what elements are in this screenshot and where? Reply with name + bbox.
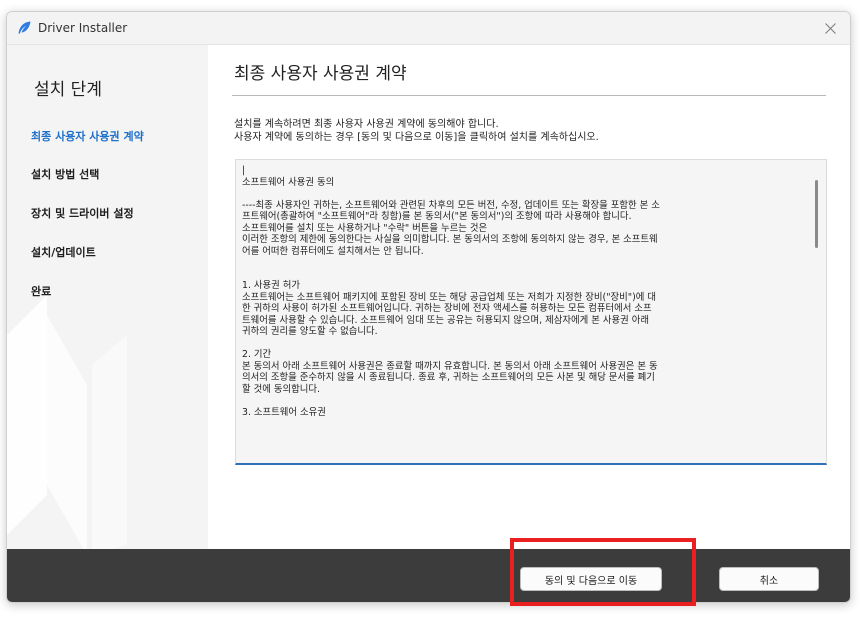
title-divider bbox=[232, 95, 826, 96]
page-title: 최종 사용자 사용권 계약 bbox=[234, 64, 407, 84]
intro-line-2: 사용자 계약에 동의하는 경우 [동의 및 다음으로 이동]을 클릭하여 설치를… bbox=[234, 132, 599, 143]
title-bar: Driver Installer bbox=[7, 12, 850, 45]
intro-line-1: 설치를 계속하려면 최종 사용자 사용권 계약에 동의해야 합니다. bbox=[234, 119, 499, 130]
main-content: 최종 사용자 사용권 계약 설치를 계속하려면 최종 사용자 사용권 계약에 동… bbox=[208, 45, 850, 549]
screenshot-page: Driver Installer 설치 단계 최종 사용자 사용권 계약 설치 … bbox=[0, 0, 860, 617]
close-icon bbox=[824, 22, 836, 34]
agree-and-next-button[interactable]: 동의 및 다음으로 이동 bbox=[520, 567, 662, 591]
arrow-watermark-icon bbox=[7, 295, 127, 549]
button-bar: 동의 및 다음으로 이동 취소 bbox=[7, 549, 850, 602]
installer-window: Driver Installer 설치 단계 최종 사용자 사용권 계약 설치 … bbox=[6, 11, 851, 603]
license-text: | 소프트웨어 사용권 동의 ----최종 사용자인 귀하는, 소프트웨어와 관… bbox=[242, 165, 660, 418]
window-title: Driver Installer bbox=[38, 21, 128, 35]
step-device-driver-settings: 장치 및 드라이버 설정 bbox=[31, 207, 134, 220]
cancel-button[interactable]: 취소 bbox=[719, 567, 819, 591]
steps-title: 설치 단계 bbox=[34, 80, 102, 100]
step-complete: 완료 bbox=[31, 285, 52, 298]
feather-app-icon bbox=[18, 21, 31, 34]
step-eula: 최종 사용자 사용권 계약 bbox=[31, 130, 144, 143]
step-install-method: 설치 방법 선택 bbox=[31, 168, 100, 181]
license-scrollbar[interactable] bbox=[815, 180, 818, 248]
install-steps-sidebar: 설치 단계 최종 사용자 사용권 계약 설치 방법 선택 장치 및 드라이버 설… bbox=[7, 45, 208, 549]
license-text-area[interactable]: | 소프트웨어 사용권 동의 ----최종 사용자인 귀하는, 소프트웨어와 관… bbox=[235, 159, 827, 465]
close-button[interactable] bbox=[810, 12, 850, 44]
step-install-update: 설치/업데이트 bbox=[31, 246, 96, 259]
